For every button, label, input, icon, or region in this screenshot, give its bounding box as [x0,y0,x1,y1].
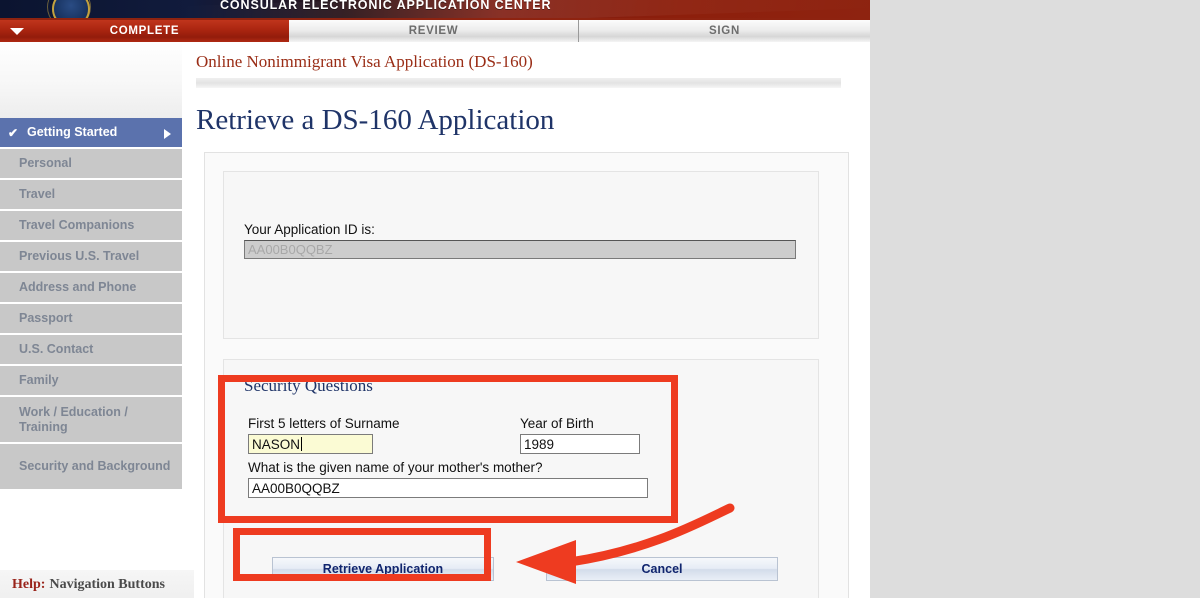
sidebar-item-security-and-background[interactable]: Security and Background [0,444,182,491]
state-department-seal-inner-icon [52,0,90,18]
application-id-panel: Your Application ID is: AA00B0QQBZ [223,171,819,339]
caret-right-icon [164,129,171,139]
sidebar-item-label: Security and Background [19,459,171,474]
application-id-label: Your Application ID is: [244,222,375,237]
sidebar-item-travel[interactable]: Travel [0,180,182,211]
sidebar-item-family[interactable]: Family [0,366,182,397]
breadcrumb-rule [196,78,841,88]
text-cursor-icon [301,437,303,451]
site-banner: CONSULAR ELECTRONIC APPLICATION CENTER [0,0,870,18]
sidebar-item-label: Address and Phone [19,280,137,295]
tab-review[interactable]: REVIEW [289,20,579,42]
sidebar-item-label: Travel Companions [19,218,135,233]
sidebar-item-label: Passport [19,311,73,326]
security-questions-heading: Security Questions [244,376,373,395]
year-of-birth-input-value: 1989 [524,436,555,452]
tab-complete[interactable]: COMPLETE [0,20,289,42]
surname-input-value: NASON [252,436,301,452]
check-icon: ✔ [8,126,19,140]
application-page: CONSULAR ELECTRONIC APPLICATION CENTER C… [0,0,870,598]
security-questions-panel: Security Questions First 5 letters of Su… [223,359,819,598]
progress-tab-strip: COMPLETE REVIEW SIGN [0,20,870,42]
breadcrumb: Online Nonimmigrant Visa Application (DS… [196,52,533,71]
mothers-mother-input[interactable]: AA00B0QQBZ [248,478,648,498]
tab-sign[interactable]: SIGN [579,20,870,42]
sidebar-item-getting-started[interactable]: ✔ Getting Started [0,118,182,149]
sidebar-item-label: U.S. Contact [19,342,94,357]
tab-sign-label: SIGN [709,25,740,37]
help-label: Help: [12,577,46,592]
sidebar-header-spacer [0,42,182,118]
banner-title: CONSULAR ELECTRONIC APPLICATION CENTER [220,0,552,12]
help-topic: Navigation Buttons [49,577,165,592]
main-content: Online Nonimmigrant Visa Application (DS… [196,42,856,598]
sidebar: ✔ Getting Started Personal Travel Travel… [0,42,194,598]
help-panel[interactable]: Help: Navigation Buttons [0,570,194,598]
sidebar-item-label: Personal [19,156,72,171]
page-title: Retrieve a DS-160 Application [196,104,555,136]
year-of-birth-input[interactable]: 1989 [520,434,640,454]
sidebar-item-previous-us-travel[interactable]: Previous U.S. Travel [0,242,182,273]
sidebar-item-label: Work / Education / Training [19,405,128,434]
surname-input[interactable]: NASON [248,434,373,454]
tab-complete-label: COMPLETE [109,25,180,37]
sidebar-item-work-education-training[interactable]: Work / Education / Training [0,397,182,444]
application-id-input: AA00B0QQBZ [244,240,796,259]
sidebar-item-personal[interactable]: Personal [0,149,182,180]
sidebar-item-label: Previous U.S. Travel [19,249,140,264]
sidebar-item-label: Family [19,373,59,388]
mothers-mother-field-label: What is the given name of your mother's … [248,460,543,475]
year-of-birth-field-label: Year of Birth [520,416,594,431]
sidebar-item-label: Travel [19,187,56,202]
form-panel: Your Application ID is: AA00B0QQBZ Secur… [204,152,849,598]
surname-field-label: First 5 letters of Surname [248,416,400,431]
sidebar-item-address-and-phone[interactable]: Address and Phone [0,273,182,304]
sidebar-menu: ✔ Getting Started Personal Travel Travel… [0,118,182,491]
sidebar-item-travel-companions[interactable]: Travel Companions [0,211,182,242]
mothers-mother-input-value: AA00B0QQBZ [252,480,340,496]
sidebar-item-passport[interactable]: Passport [0,304,182,335]
sidebar-item-label: Getting Started [27,125,118,140]
caret-down-icon [10,28,24,35]
cancel-button[interactable]: Cancel [546,557,778,581]
sidebar-item-us-contact[interactable]: U.S. Contact [0,335,182,366]
retrieve-application-button[interactable]: Retrieve Application [272,557,494,581]
tab-review-label: REVIEW [408,25,459,37]
